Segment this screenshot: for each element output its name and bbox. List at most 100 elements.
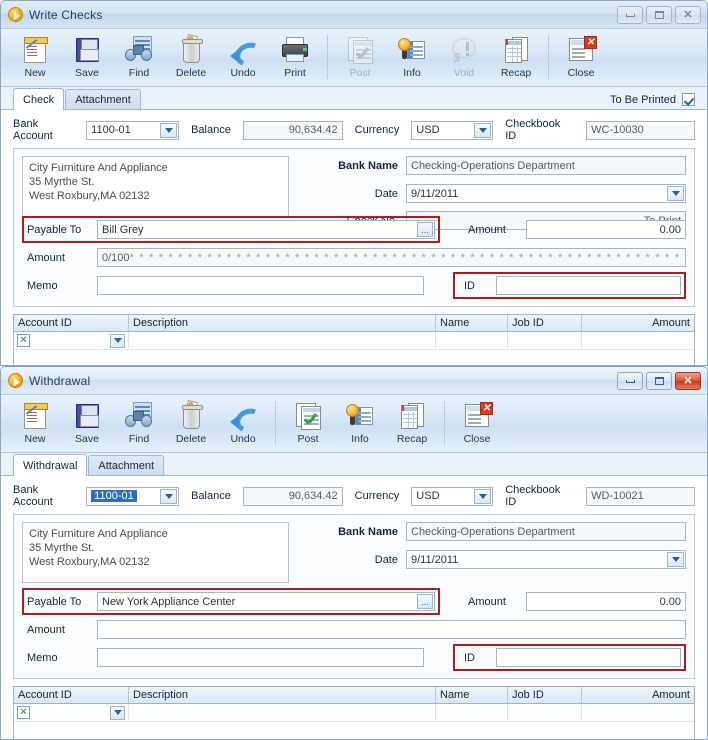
- toolbar-delete-button[interactable]: Delete: [165, 33, 217, 85]
- toolbar-void-label: Void: [453, 67, 475, 79]
- bank-account-value: 1100-01: [91, 124, 131, 136]
- bank-account-combo[interactable]: 1100-01: [86, 120, 180, 140]
- chevron-down-icon[interactable]: [110, 705, 125, 720]
- grid-cell-account-id[interactable]: ✕: [14, 332, 129, 349]
- payee-address-block: City Furniture And Appliance 35 Myrthe S…: [22, 156, 289, 217]
- balance-value: 90,634.42: [288, 490, 338, 502]
- toolbar-void-button[interactable]: $ Void: [438, 33, 490, 85]
- bank-name-value: Checking-Operations Department: [411, 159, 575, 172]
- currency-combo[interactable]: USD: [411, 120, 494, 140]
- grid-cell-amount[interactable]: [582, 332, 694, 349]
- minimize-button[interactable]: [617, 372, 643, 390]
- toolbar-info-button[interactable]: Info: [334, 399, 386, 451]
- payable-to-field[interactable]: Bill Grey ...: [97, 220, 435, 239]
- amount-words-field[interactable]: 0/100 * * * * * * * * * * * * * * * * * …: [97, 248, 686, 267]
- toolbar-find-button[interactable]: Find: [113, 33, 165, 85]
- amount-words-field[interactable]: [97, 620, 686, 639]
- grid-header-account-id[interactable]: Account ID: [14, 687, 129, 703]
- grid-cell-job-id[interactable]: [508, 704, 582, 721]
- chevron-down-icon[interactable]: [667, 552, 684, 567]
- payable-to-field[interactable]: New York Appliance Center ...: [97, 592, 435, 611]
- bank-account-label: Bank Account: [13, 484, 53, 508]
- toolbar-info-button[interactable]: Info: [386, 33, 438, 85]
- chevron-down-icon[interactable]: [667, 186, 684, 201]
- toolbar-new-button[interactable]: New: [9, 399, 61, 451]
- payable-to-lookup-button[interactable]: ...: [417, 222, 433, 237]
- memo-id-row: Memo ID: [22, 272, 686, 299]
- grid-cell-job-id[interactable]: [508, 332, 582, 349]
- toolbar-print-button[interactable]: Print: [269, 33, 321, 85]
- grid-header-amount[interactable]: Amount: [582, 315, 694, 331]
- toolbar-save-label: Save: [75, 67, 99, 79]
- toolbar-close-button[interactable]: ✕ Close: [555, 33, 607, 85]
- toolbar-recap-button[interactable]: Recap: [386, 399, 438, 451]
- grid-header-name[interactable]: Name: [436, 315, 508, 331]
- grid-header-job-id[interactable]: Job ID: [508, 315, 582, 331]
- close-button[interactable]: ✕: [675, 6, 701, 24]
- date-combo[interactable]: 9/11/2011: [406, 550, 686, 569]
- chevron-down-icon[interactable]: [110, 333, 125, 348]
- id-field[interactable]: [496, 276, 681, 295]
- payable-to-lookup-button[interactable]: ...: [417, 594, 433, 609]
- chevron-down-icon[interactable]: [474, 122, 492, 138]
- toolbar-undo-button[interactable]: Undo: [217, 33, 269, 85]
- grid-cell-amount[interactable]: [582, 704, 694, 721]
- toolbar-undo-button[interactable]: Undo: [217, 399, 269, 451]
- close-button[interactable]: ✕: [675, 372, 701, 390]
- delete-row-icon[interactable]: ✕: [17, 334, 30, 347]
- toolbar-save-button[interactable]: Save: [61, 399, 113, 451]
- chevron-down-icon[interactable]: [160, 488, 178, 504]
- memo-field[interactable]: [97, 648, 424, 667]
- grid-cell-description[interactable]: [129, 332, 436, 349]
- grid-header-account-id[interactable]: Account ID: [14, 315, 129, 331]
- delete-row-icon[interactable]: ✕: [17, 706, 30, 719]
- toolbar-save-button[interactable]: Save: [61, 33, 113, 85]
- chevron-down-icon[interactable]: [160, 122, 178, 138]
- table-row[interactable]: ✕: [14, 704, 694, 722]
- tab-withdrawal[interactable]: Withdrawal: [13, 454, 88, 476]
- amount-field[interactable]: 0.00: [526, 592, 686, 611]
- toolbar-recap-button[interactable]: Recap: [490, 33, 542, 85]
- tab-attachment[interactable]: Attachment: [88, 455, 165, 475]
- toolbar-close-button[interactable]: ✕ Close: [451, 399, 503, 451]
- grid-cell-name[interactable]: [436, 704, 508, 721]
- tab-check[interactable]: Check: [13, 88, 65, 110]
- currency-combo[interactable]: USD: [411, 486, 494, 506]
- grid-header-name[interactable]: Name: [436, 687, 508, 703]
- grid-header-description[interactable]: Description: [129, 315, 436, 331]
- bank-account-row: Bank Account 1100-01 Balance 90,634.42 C…: [13, 118, 695, 142]
- date-row: Date 9/11/2011: [303, 184, 686, 203]
- toolbar-find-button[interactable]: Find: [113, 399, 165, 451]
- id-highlight: ID: [453, 644, 686, 671]
- to-be-printed-checkbox[interactable]: [682, 93, 695, 106]
- tab-attachment[interactable]: Attachment: [65, 89, 141, 109]
- toolbar-delete-button[interactable]: Delete: [165, 399, 217, 451]
- grid-cell-name[interactable]: [436, 332, 508, 349]
- toolbar-post-button[interactable]: Post: [334, 33, 386, 85]
- tab-attachment-label: Attachment: [75, 93, 131, 106]
- grid-cell-account-id[interactable]: ✕: [14, 704, 129, 721]
- id-highlight: ID: [453, 272, 686, 299]
- table-row[interactable]: ✕: [14, 332, 694, 350]
- maximize-button[interactable]: [646, 6, 672, 24]
- chevron-down-icon[interactable]: [474, 488, 492, 504]
- toolbar-undo-label: Undo: [230, 67, 256, 79]
- grid-header-job-id[interactable]: Job ID: [508, 687, 582, 703]
- grid-header-description[interactable]: Description: [129, 687, 436, 703]
- memo-field[interactable]: [97, 276, 424, 295]
- minimize-button[interactable]: [617, 6, 643, 24]
- window-titlebar[interactable]: Withdrawal ✕: [1, 367, 707, 395]
- toolbar-post-button[interactable]: Post: [282, 399, 334, 451]
- grid-header-amount[interactable]: Amount: [582, 687, 694, 703]
- maximize-button[interactable]: [646, 372, 672, 390]
- window-titlebar[interactable]: Write Checks ✕: [1, 1, 707, 29]
- printer-icon: [279, 35, 311, 65]
- bank-account-combo[interactable]: 1100-01: [86, 486, 180, 506]
- checkbook-id-field: WC-10030: [586, 120, 695, 140]
- floppy-disk-icon: [71, 35, 103, 65]
- id-field[interactable]: [496, 648, 681, 667]
- grid-cell-description[interactable]: [129, 704, 436, 721]
- toolbar-new-button[interactable]: New: [9, 33, 61, 85]
- date-combo[interactable]: 9/11/2011: [406, 184, 686, 203]
- amount-field[interactable]: 0.00: [526, 220, 686, 239]
